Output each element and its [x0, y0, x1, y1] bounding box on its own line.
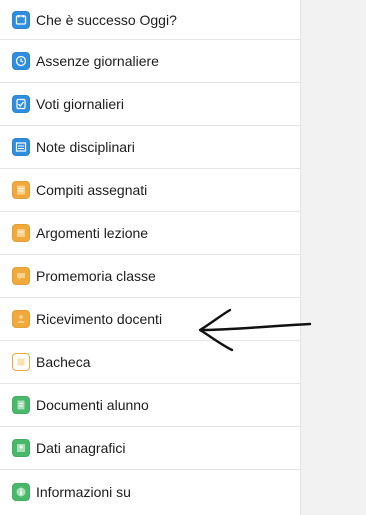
menu-item-note-disciplinari[interactable]: Note disciplinari	[0, 126, 300, 169]
lessons-icon	[12, 224, 30, 242]
menu-item-label: Che è successo Oggi?	[36, 11, 177, 28]
grades-icon	[12, 95, 30, 113]
menu-item-voti-giornalieri[interactable]: Voti giornalieri	[0, 83, 300, 126]
info-icon	[12, 482, 30, 501]
meeting-icon	[12, 310, 30, 328]
menu-item-promemoria-classe[interactable]: Promemoria classe	[0, 255, 300, 298]
reminder-icon	[12, 267, 30, 285]
app-screen: Che è successo Oggi? Assenze giornaliere…	[0, 0, 366, 515]
clock-icon	[12, 52, 30, 70]
menu-item-label: Voti giornalieri	[36, 96, 124, 112]
notes-icon	[12, 138, 30, 156]
sidebar-menu: Che è successo Oggi? Assenze giornaliere…	[0, 0, 301, 515]
tasks-icon	[12, 181, 30, 199]
menu-item-documenti-alunno[interactable]: Documenti alunno	[0, 384, 300, 427]
menu-item-label: Compiti assegnati	[36, 182, 148, 198]
documents-icon	[12, 396, 30, 414]
menu-item-label: Dati anagrafici	[36, 440, 126, 456]
menu-item-bacheca[interactable]: Bacheca	[0, 341, 300, 384]
menu-item-label: Argomenti lezione	[36, 225, 149, 241]
menu-item-label: Promemoria classe	[36, 268, 156, 284]
menu-list: Che è successo Oggi? Assenze giornaliere…	[0, 0, 300, 513]
menu-item-label: Informazioni su	[36, 483, 131, 500]
board-icon	[12, 353, 30, 371]
menu-item-informazioni-su[interactable]: Informazioni su	[0, 470, 300, 513]
menu-item-ricevimento-docenti[interactable]: Ricevimento docenti	[0, 298, 300, 341]
menu-item-label: Bacheca	[36, 354, 91, 370]
menu-item-dati-anagrafici[interactable]: Dati anagrafici	[0, 427, 300, 470]
menu-item-argomenti-lezione[interactable]: Argomenti lezione	[0, 212, 300, 255]
menu-item-label: Documenti alunno	[36, 397, 149, 413]
menu-item-label: Assenze giornaliere	[36, 53, 159, 69]
menu-item-compiti-assegnati[interactable]: Compiti assegnati	[0, 169, 300, 212]
profile-icon	[12, 439, 30, 457]
menu-item-assenze-giornaliere[interactable]: Assenze giornaliere	[0, 40, 300, 83]
content-pane	[301, 0, 366, 515]
menu-item-label: Ricevimento docenti	[36, 311, 163, 327]
menu-item-che-e-successo-oggi[interactable]: Che è successo Oggi?	[0, 0, 300, 40]
menu-item-label: Note disciplinari	[36, 139, 135, 155]
calendar-icon	[12, 10, 30, 29]
